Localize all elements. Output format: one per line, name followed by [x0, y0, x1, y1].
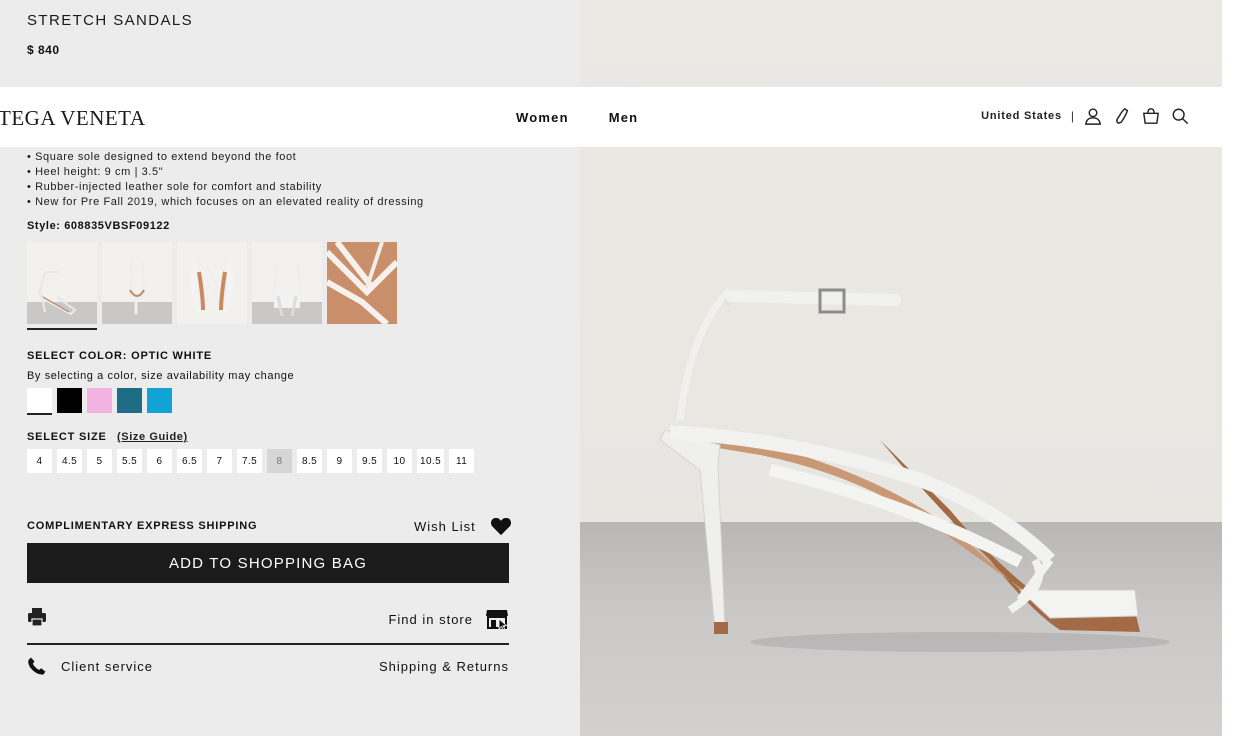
- thumbnail-4[interactable]: [252, 242, 322, 324]
- header-separator: |: [1070, 109, 1074, 123]
- support-row: Client service Shipping & Returns: [27, 656, 509, 678]
- product-price: $ 840: [27, 43, 60, 57]
- color-swatch[interactable]: [27, 388, 52, 415]
- thumbnail-3[interactable]: [177, 242, 247, 324]
- color-swatch[interactable]: [147, 388, 172, 413]
- site-header: TEGA VENETA Women Men United States |: [0, 87, 1222, 147]
- add-to-bag-button[interactable]: ADD TO SHOPPING BAG: [27, 543, 509, 583]
- nav-men[interactable]: Men: [609, 110, 639, 125]
- color-swatch[interactable]: [57, 388, 82, 413]
- color-swatches: [27, 388, 172, 415]
- country-selector[interactable]: United States: [981, 110, 1062, 122]
- color-note: By selecting a color, size availability …: [27, 370, 295, 382]
- size-option[interactable]: 8: [267, 449, 292, 473]
- thumbnail-2[interactable]: [102, 242, 172, 324]
- size-option[interactable]: 7: [207, 449, 232, 473]
- detail-item: New for Pre Fall 2019, which focuses on …: [27, 195, 424, 210]
- size-option[interactable]: 6.5: [177, 449, 202, 473]
- detail-item: Heel height: 9 cm | 3.5": [27, 165, 424, 180]
- store-icon: [486, 610, 508, 630]
- style-value: 608835VBSF09122: [64, 220, 170, 232]
- size-option[interactable]: 9: [327, 449, 352, 473]
- shipping-returns-link[interactable]: Shipping & Returns: [379, 659, 509, 674]
- phone-icon: [28, 657, 46, 675]
- select-color-label: SELECT COLOR: OPTIC WHITE: [27, 350, 212, 362]
- thumbnail-1[interactable]: [27, 242, 97, 324]
- thumbnail-gallery: [27, 242, 397, 324]
- brand-logo[interactable]: TEGA VENETA: [0, 106, 146, 131]
- size-option[interactable]: 10.5: [417, 449, 445, 473]
- size-option[interactable]: 8.5: [297, 449, 322, 473]
- nav-women[interactable]: Women: [516, 110, 569, 125]
- color-swatch[interactable]: [117, 388, 142, 413]
- section-divider: [27, 643, 509, 645]
- style-label: Style:: [27, 220, 61, 232]
- product-title: STRETCH SANDALS: [27, 12, 194, 29]
- user-icon[interactable]: [1083, 106, 1103, 126]
- print-icon[interactable]: [27, 607, 47, 627]
- size-option[interactable]: 5.5: [117, 449, 142, 473]
- style-code: Style: 608835VBSF09122: [27, 220, 170, 232]
- detail-item: Square sole designed to extend beyond th…: [27, 150, 424, 165]
- bag-icon[interactable]: [1141, 106, 1161, 126]
- thumbnail-5[interactable]: [327, 242, 397, 324]
- client-service-link[interactable]: Client service: [27, 656, 153, 676]
- search-icon[interactable]: [1170, 106, 1190, 126]
- client-service-label: Client service: [61, 658, 154, 674]
- detail-item: Rubber-injected leather sole for comfort…: [27, 180, 424, 195]
- product-details-list: Square sole designed to extend beyond th…: [27, 150, 424, 210]
- find-in-store-button[interactable]: Find in store: [388, 608, 509, 630]
- heart-icon: [490, 517, 511, 536]
- size-option[interactable]: 4.5: [57, 449, 82, 473]
- product-summary: STRETCH SANDALS $ 840: [27, 12, 193, 57]
- size-option[interactable]: 7.5: [237, 449, 262, 473]
- size-option[interactable]: 6: [147, 449, 172, 473]
- color-swatch[interactable]: [87, 388, 112, 413]
- wishlist-button[interactable]: Wish List: [414, 516, 512, 536]
- size-option[interactable]: 5: [87, 449, 112, 473]
- header-utilities: United States |: [981, 106, 1190, 126]
- find-in-store-label: Find in store: [388, 611, 473, 627]
- wishlist-label: Wish List: [414, 518, 476, 534]
- active-thumbnail-indicator: [27, 328, 97, 330]
- phone-icon[interactable]: [1112, 106, 1132, 126]
- size-option[interactable]: 10: [387, 449, 412, 473]
- size-option[interactable]: 4: [27, 449, 52, 473]
- size-option[interactable]: 9.5: [357, 449, 382, 473]
- utility-row: Find in store: [27, 604, 509, 632]
- select-size-label: SELECT SIZE: [27, 431, 107, 443]
- size-option[interactable]: 11: [449, 449, 475, 473]
- shipping-note: COMPLIMENTARY EXPRESS SHIPPING: [27, 520, 258, 532]
- main-nav: Women Men: [516, 110, 638, 125]
- size-guide-link[interactable]: (Size Guide): [117, 431, 188, 443]
- size-options: 4 4.5 5 5.5 6 6.5 7 7.5 8 8.5 9 9.5 10 10.5 11: [27, 449, 475, 473]
